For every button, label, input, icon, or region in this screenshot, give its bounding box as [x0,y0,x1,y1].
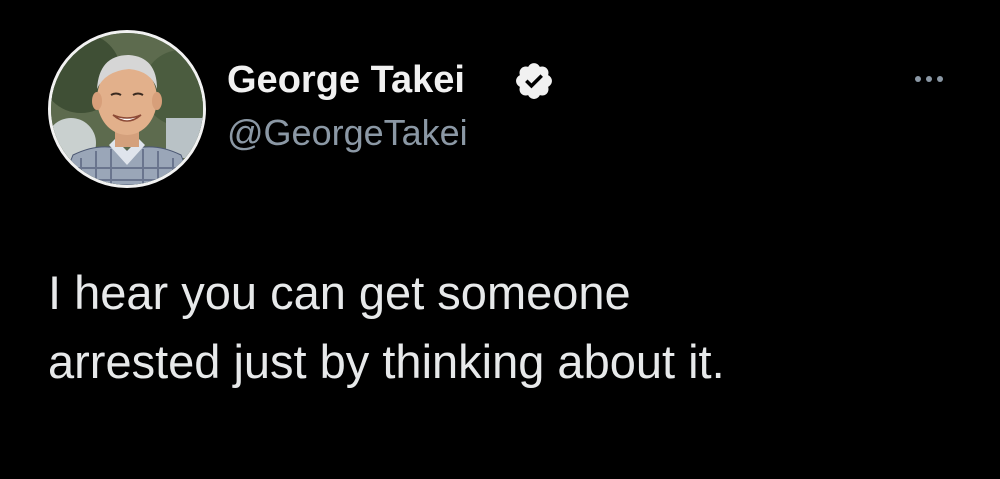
more-dot-icon [915,76,921,82]
avatar[interactable] [48,30,206,188]
more-dot-icon [937,76,943,82]
avatar-photo-icon [51,33,203,185]
more-dot-icon [926,76,932,82]
tweet-text: I hear you can get someone arrested just… [48,258,968,396]
tweet-card: George Takei @GeorgeTakei I hear you can… [0,0,1000,479]
tweet-text-line: arrested just by thinking about it. [48,335,725,388]
tweet-text-line: I hear you can get someone [48,266,631,319]
user-handle[interactable]: @GeorgeTakei [227,110,468,156]
verified-badge-icon [513,60,555,102]
more-options-button[interactable] [906,64,952,94]
display-name[interactable]: George Takei [227,56,465,104]
